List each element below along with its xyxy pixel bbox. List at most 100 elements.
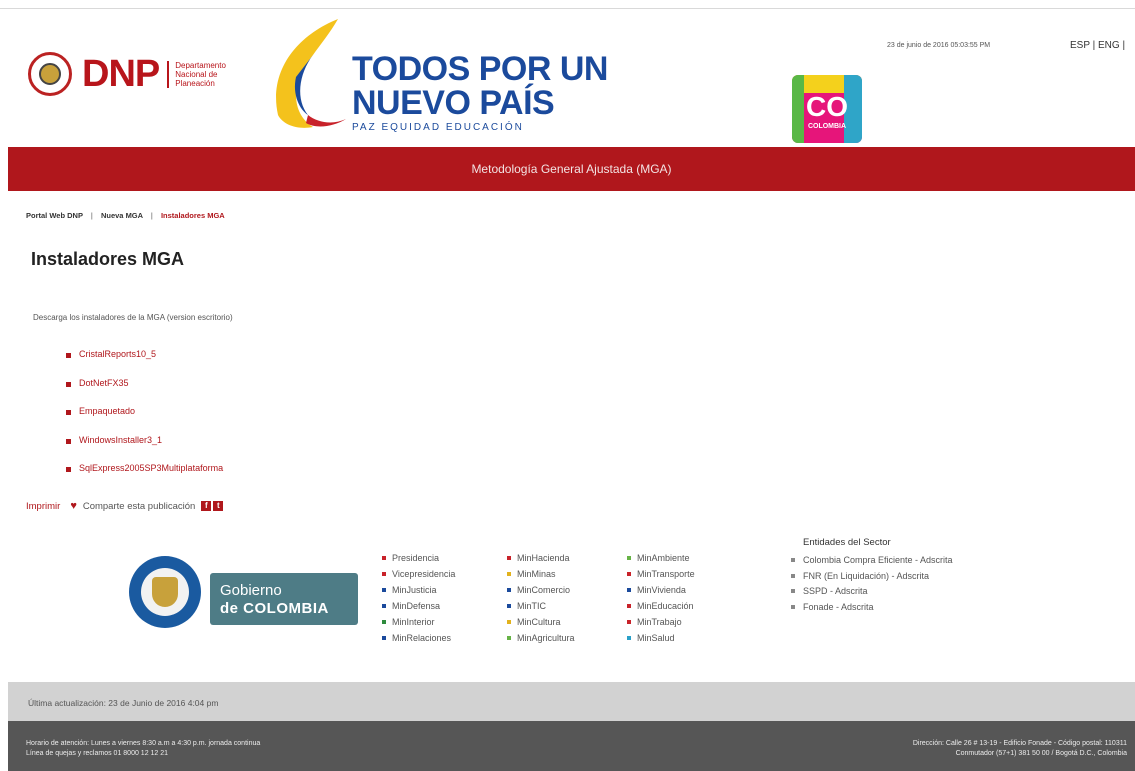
ministry-link[interactable]: Vicepresidencia [382,568,507,580]
sector-link[interactable]: Colombia Compra Eficiente - Adscrita [791,554,953,567]
list-item: SqlExpress2005SP3Multiplataforma [66,463,223,492]
footer-left: Horario de atención: Lunes a viernes 8:3… [26,739,260,759]
list-item: DotNetFX35 [66,378,223,407]
twitter-icon[interactable]: t [213,501,224,511]
colombia-coat-of-arms-icon [129,556,201,628]
bullet-icon [507,620,511,624]
download-link-windowsinstaller[interactable]: WindowsInstaller3_1 [79,435,162,445]
list-item: CristalReports10_5 [66,349,223,378]
share-label: Comparte esta publicación [82,500,196,512]
footer-complaints-line: Línea de quejas y reclamos 01 8000 12 12… [26,750,169,757]
facebook-icon[interactable]: f [201,501,212,511]
bullet-icon [791,589,795,594]
ministry-link[interactable]: MinSalud [627,632,747,644]
dnp-logo-text: DNP [82,52,160,95]
heart-icon: ♥ [70,500,77,512]
lang-esp-link[interactable]: ESP [1070,40,1090,51]
dnp-logo[interactable]: DNP Departamento Nacional de Planeación [28,52,245,96]
footer-address: Dirección: Calle 26 # 13-19 - Edificio F… [912,740,1127,747]
breadcrumb-item-current: Instaladores MGA [160,211,225,220]
slogan-line-2: NUEVO PAÍS [352,84,555,122]
breadcrumb-item-nueva-mga[interactable]: Nueva MGA [101,211,143,220]
sector-entities: Entidades del Sector Colombia Compra Efi… [791,537,953,616]
sector-link[interactable]: SSPD - Adscrita [791,585,953,598]
footer-right: Dirección: Calle 26 # 13-19 - Edificio F… [913,739,1127,759]
print-link[interactable]: Imprimir [26,501,60,512]
sector-link[interactable]: Fonade - Adscrita [791,601,953,614]
gobierno-logo-line-1: Gobierno [220,582,282,599]
colombia-brand-logo: CO COLOMBIA [792,75,862,143]
share-bar: Imprimir ♥ Comparte esta publicación f t [26,500,224,512]
ministry-link[interactable]: MinAmbiente [627,552,747,564]
ministry-link[interactable]: MinRelaciones [382,632,507,644]
bullet-icon [66,438,71,444]
list-item: Empaquetado [66,406,223,435]
section-banner: Metodología General Ajustada (MGA) [8,147,1135,191]
bullet-icon [791,604,795,609]
bullet-icon [507,604,511,608]
bullet-icon [382,636,386,640]
breadcrumb-item-portal[interactable]: Portal Web DNP [26,211,83,220]
bullet-icon [382,572,386,576]
bullet-icon [627,572,631,576]
intro-text: Descarga los instaladores de la MGA (ver… [33,313,233,322]
bullet-icon [627,620,631,624]
ministry-link[interactable]: MinTIC [507,600,627,612]
download-list: CristalReports10_5 DotNetFX35 Empaquetad… [66,349,223,492]
ministry-link[interactable]: Presidencia [382,552,507,564]
bullet-icon [66,467,71,472]
breadcrumb-separator: | [90,211,93,220]
gobierno-logo-line-2: de COLOMBIA [220,600,329,617]
bullet-icon [627,636,631,640]
breadcrumb: Portal Web DNP | Nueva MGA | Instaladore… [26,211,225,220]
dnp-seal-icon [28,52,72,96]
lang-eng-link[interactable]: ENG [1098,40,1120,51]
sector-title: Entidades del Sector [803,537,891,548]
list-item: WindowsInstaller3_1 [66,435,223,464]
ministry-link[interactable]: MinEducación [627,600,747,612]
bullet-icon [791,573,795,578]
download-link-sqlexpress[interactable]: SqlExpress2005SP3Multiplataforma [79,463,223,473]
ministry-link[interactable]: MinHacienda [507,552,627,564]
language-switcher: ESP | ENG | [1070,40,1125,51]
bullet-icon [66,410,71,415]
bullet-icon [382,604,386,608]
ministry-link[interactable]: MinVivienda [627,584,747,596]
bullet-icon [507,572,511,576]
ministry-link[interactable]: MinCultura [507,616,627,628]
ministry-link[interactable]: MinAgricultura [507,632,627,644]
bullet-icon [791,558,795,563]
header-date: 23 de junio de 2016 05:03:55 PM [887,42,991,49]
ministry-link[interactable]: MinJusticia [382,584,507,596]
sector-link[interactable]: FNR (En Liquidación) - Adscrita [791,570,953,583]
download-link-dotnetfx35[interactable]: DotNetFX35 [79,378,129,388]
ministry-link[interactable]: MinInterior [382,616,507,628]
bullet-icon [627,556,631,560]
ministry-link[interactable]: MinDefensa [382,600,507,612]
bullet-icon [382,620,386,624]
ministries-list: Presidencia MinHacienda MinAmbiente Vice… [382,552,747,644]
slogan: TODOS POR UN NUEVO PAÍS PAZ EQUIDAD EDUC… [352,52,608,133]
bullet-icon [66,381,71,387]
download-link-empaquetado[interactable]: Empaquetado [79,406,135,416]
page-title: Instaladores MGA [31,249,185,269]
footer-hours: Horario de atención: Lunes a viernes 8:3… [26,740,261,747]
site-footer: Horario de atención: Lunes a viernes 8:3… [8,721,1135,771]
bullet-icon [382,588,386,592]
bullet-icon [627,588,631,592]
ministry-link[interactable]: MinComercio [507,584,627,596]
colombia-logo-text: CO [806,91,848,122]
bullet-icon [66,353,71,358]
ministry-link[interactable]: MinMinas [507,568,627,580]
footer-phone: Conmutador (57+1) 381 50 00 / Bogotá D.C… [955,750,1127,757]
section-banner-title: Metodología General Ajustada (MGA) [471,162,672,176]
ministry-link[interactable]: MinTransporte [627,568,747,580]
ministry-link[interactable]: MinTrabajo [627,616,747,628]
site-header: DNP Departamento Nacional de Planeación … [8,9,1135,145]
bullet-icon [382,556,386,560]
breadcrumb-separator: | [150,211,153,220]
last-update-text: Última actualización: 23 de Junio de 201… [28,698,219,708]
download-link-cristalreports[interactable]: CristalReports10_5 [79,349,156,359]
bullet-icon [627,604,631,608]
gobierno-de-colombia-logo[interactable]: Gobierno de COLOMBIA [210,573,358,625]
